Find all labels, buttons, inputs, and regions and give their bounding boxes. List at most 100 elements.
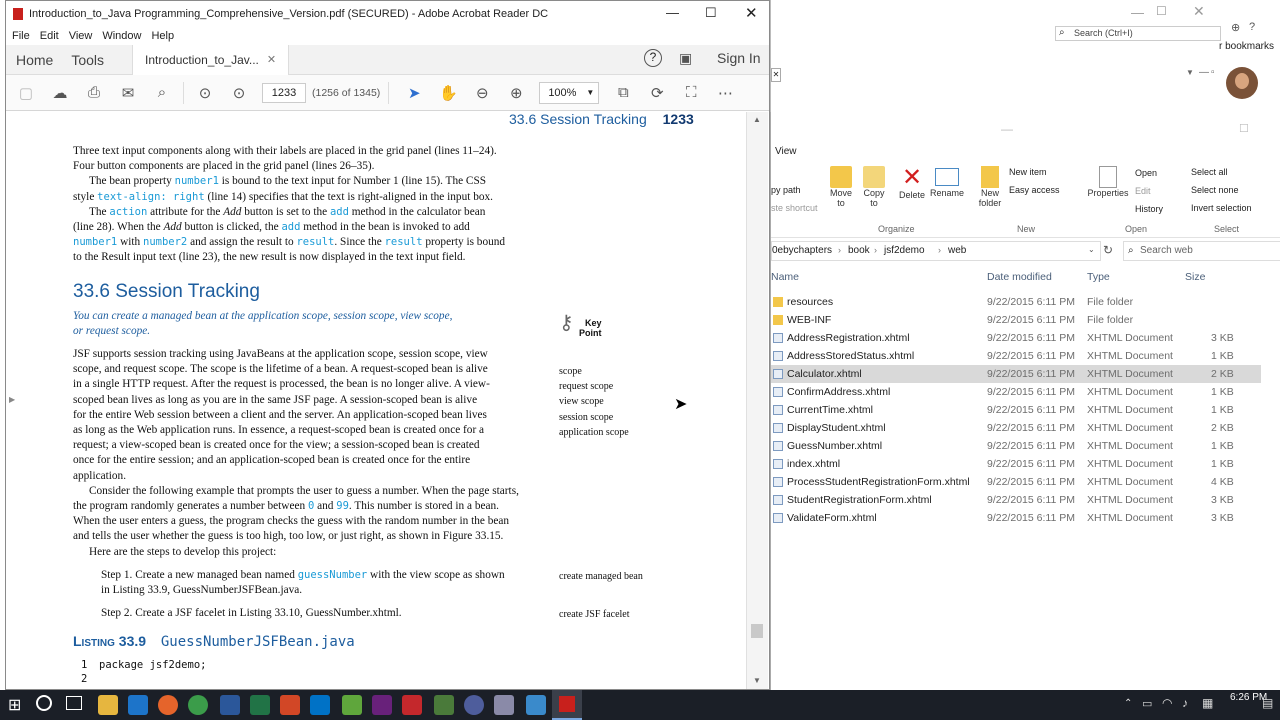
restore-pane-icon[interactable]: ▫ (1211, 67, 1215, 78)
filezilla-icon[interactable] (402, 695, 422, 715)
rename-button[interactable]: Rename (929, 166, 965, 198)
task-view-icon[interactable] (66, 696, 82, 710)
copy-path-button[interactable]: py path (771, 185, 801, 195)
scroll-down-icon[interactable]: ▼ (753, 676, 761, 685)
powerpoint-icon[interactable] (280, 695, 300, 715)
cortana-icon[interactable] (36, 695, 52, 711)
tab-tools[interactable]: Tools (71, 52, 104, 68)
wifi-icon[interactable]: ◠ (1162, 696, 1172, 710)
word-icon[interactable] (220, 695, 240, 715)
tab-document[interactable]: Introduction_to_Jav... ✕ (132, 44, 290, 75)
minimize-icon[interactable]: — (666, 5, 679, 20)
pdf-viewport[interactable]: ▶ ◀ ▲ ▼ 33.6 Session Tracking 1233 Three… (6, 112, 769, 689)
move-to-button[interactable]: Move to (826, 166, 856, 208)
network-app-icon[interactable] (434, 695, 454, 715)
zoom-out-icon[interactable]: ⊖ (472, 83, 492, 103)
file-row[interactable]: ConfirmAddress.xhtml 9/22/2015 6:11 PM XHT… (771, 383, 1261, 401)
edge-icon[interactable] (128, 695, 148, 715)
menu-window[interactable]: Window (102, 30, 141, 42)
firefox-icon[interactable] (158, 695, 178, 715)
zoom-icon[interactable]: ⊕ (1231, 21, 1240, 34)
tab-home[interactable]: Home (16, 52, 53, 68)
menu-edit[interactable]: Edit (40, 30, 59, 42)
file-row[interactable]: ValidateForm.xhtml 9/22/2015 6:11 PM XHTML… (771, 509, 1261, 527)
fullscreen-icon[interactable]: ⛶ (681, 83, 701, 103)
new-folder-button[interactable]: New folder (975, 166, 1005, 208)
properties-button[interactable]: Properties (1085, 166, 1131, 198)
file-explorer-icon[interactable] (98, 695, 118, 715)
hand-tool-icon[interactable]: ✋ (438, 83, 458, 103)
search-input[interactable]: ⌕ Search web (1123, 241, 1280, 261)
battery-icon[interactable]: ▭ (1142, 697, 1152, 710)
invert-selection-button[interactable]: Invert selection (1191, 203, 1252, 213)
bookmarks-label[interactable]: r bookmarks (1219, 41, 1274, 52)
menu-file[interactable]: File (12, 30, 30, 42)
new-item-button[interactable]: New item (1009, 167, 1047, 177)
upload-cloud-icon[interactable]: ☁ (50, 83, 70, 103)
address-dropdown-icon[interactable]: ⌄ (1088, 245, 1095, 254)
file-row[interactable]: Calculator.xhtml 9/22/2015 6:11 PM XHTML D… (771, 365, 1261, 383)
breadcrumb-item[interactable]: web (948, 245, 966, 256)
breadcrumb-item[interactable]: book (848, 245, 870, 256)
windows-start-icon[interactable]: ⊞ (8, 695, 21, 715)
file-row[interactable]: resources 9/22/2015 6:11 PM File folder (771, 293, 1261, 311)
help-icon[interactable]: ? (1249, 21, 1255, 33)
menu-help[interactable]: Help (151, 30, 174, 42)
file-row[interactable]: GuessNumber.xhtml 9/22/2015 6:11 PM XHTML … (771, 437, 1261, 455)
rotate-icon[interactable]: ⟳ (647, 83, 667, 103)
tray-chevron-icon[interactable]: ⌃ (1124, 698, 1132, 709)
file-row[interactable]: ProcessStudentRegistrationForm.xhtml 9/22… (771, 473, 1261, 491)
keyboard-icon[interactable]: ▦ (1202, 696, 1213, 710)
bg-minimize-icon[interactable]: — (1131, 5, 1144, 20)
delete-button[interactable]: ✕ Delete (897, 166, 927, 201)
select-none-button[interactable]: Select none (1191, 185, 1239, 195)
app-icon[interactable] (464, 695, 484, 715)
file-row[interactable]: WEB-INF 9/22/2015 6:11 PM File folder (771, 311, 1261, 329)
zoom-in-icon[interactable]: ⊕ (506, 83, 526, 103)
file-row[interactable]: StudentRegistrationForm.xhtml 9/22/2015 6… (771, 491, 1261, 509)
help-icon[interactable]: ? (644, 49, 662, 67)
notepad-plus-icon[interactable] (342, 695, 362, 715)
vertical-scrollbar[interactable]: ▲ ▼ (746, 112, 768, 689)
bg-close-icon[interactable]: ✕ (1193, 3, 1205, 20)
app-icon[interactable] (526, 695, 546, 715)
breadcrumb-item[interactable]: 0ebychapters (772, 245, 832, 256)
file-row[interactable]: AddressRegistration.xhtml 9/22/2015 6:11 … (771, 329, 1261, 347)
zoom-select[interactable]: 100% ▼ (539, 81, 600, 104)
bg-search-box[interactable]: ⌕ Search (Ctrl+I) (1055, 26, 1221, 41)
scrollbar-thumb[interactable] (751, 624, 763, 638)
file-row[interactable]: AddressStoredStatus.xhtml 9/22/2015 6:11 … (771, 347, 1261, 365)
tab-view[interactable]: View (775, 146, 797, 157)
notifications-icon[interactable]: ▤ (1262, 696, 1273, 710)
breadcrumb[interactable]: 0ebychapters › book › jsf2demo › web ⌄ (771, 241, 1101, 261)
refresh-icon[interactable]: ↻ (1103, 243, 1113, 257)
maximize-icon[interactable]: ☐ (705, 5, 717, 21)
avatar[interactable] (1226, 67, 1258, 99)
open-button[interactable]: Open (1135, 168, 1157, 178)
volume-icon[interactable]: ♪ (1182, 696, 1188, 710)
close-tab-icon[interactable]: ✕ (771, 68, 781, 82)
bg-maximize-icon[interactable]: ☐ (1156, 4, 1167, 18)
easy-access-button[interactable]: Easy access (1009, 185, 1060, 195)
close-tab-icon[interactable]: ✕ (267, 53, 276, 66)
page-display-icon[interactable]: ⧉ (613, 83, 633, 103)
outlook-icon[interactable] (310, 695, 330, 715)
app-icon[interactable] (494, 695, 514, 715)
explorer-maximize-icon[interactable]: ☐ (1239, 122, 1249, 135)
page-number-input[interactable]: 1233 (262, 82, 306, 103)
chevron-down-icon[interactable]: ▼ (1186, 68, 1194, 77)
select-all-button[interactable]: Select all (1191, 167, 1228, 177)
more-tools-icon[interactable]: ⋯ (715, 83, 735, 103)
save-icon[interactable]: ▢ (16, 83, 36, 103)
scroll-up-icon[interactable]: ▲ (753, 115, 761, 124)
previous-page-icon[interactable]: ⊙ (195, 83, 215, 103)
email-icon[interactable]: ✉ (118, 83, 138, 103)
file-row[interactable]: DisplayStudent.xhtml 9/22/2015 6:11 PM XHT… (771, 419, 1261, 437)
explorer-minimize-icon[interactable]: — (1001, 122, 1013, 136)
column-type[interactable]: Type (1087, 271, 1110, 283)
minimize-pane-icon[interactable]: — (1199, 67, 1209, 78)
column-size[interactable]: Size (1185, 271, 1205, 283)
file-row[interactable]: CurrentTime.xhtml 9/22/2015 6:11 PM XHTML … (771, 401, 1261, 419)
sign-in-button[interactable]: Sign In (717, 50, 761, 66)
copy-to-button[interactable]: Copy to (859, 166, 889, 208)
